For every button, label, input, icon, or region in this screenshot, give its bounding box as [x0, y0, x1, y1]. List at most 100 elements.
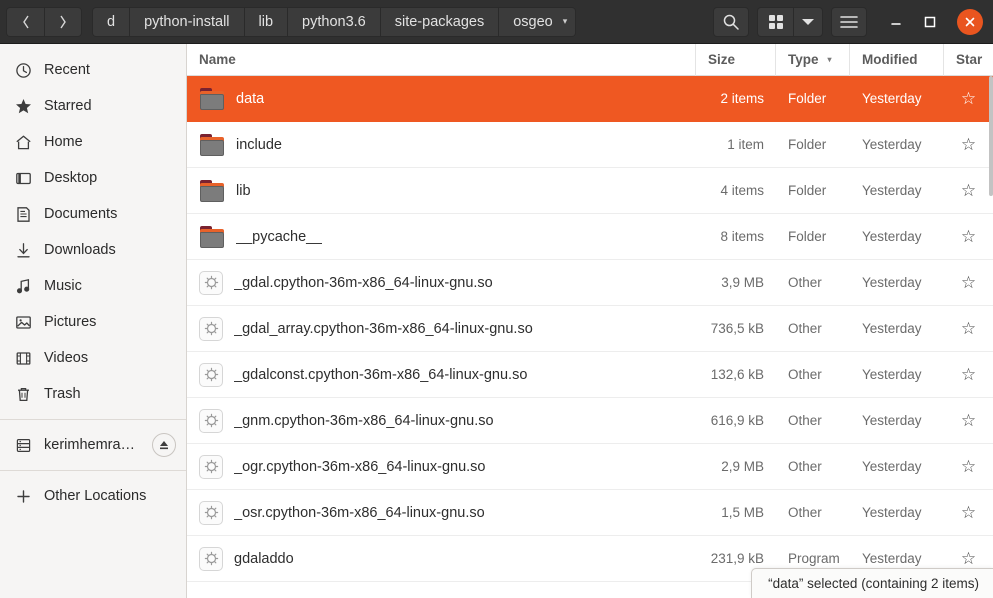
star-icon[interactable]: ☆ — [961, 182, 976, 199]
file-modified-cell: Yesterday — [850, 413, 944, 428]
file-star-cell[interactable]: ☆ — [944, 550, 993, 567]
file-size-cell: 3,9 MB — [696, 275, 776, 290]
maximize-button[interactable] — [915, 7, 945, 37]
grid-view-icon — [768, 14, 783, 29]
sidebar-item-starred[interactable]: Starred — [0, 88, 186, 124]
star-icon[interactable]: ☆ — [961, 320, 976, 337]
file-star-cell[interactable]: ☆ — [944, 274, 993, 291]
column-headers: Name Size Type ▾ Modified Star — [187, 43, 993, 76]
star-icon[interactable]: ☆ — [961, 504, 976, 521]
star-icon[interactable]: ☆ — [961, 366, 976, 383]
column-header-name[interactable]: Name — [187, 43, 696, 76]
file-type: Other — [788, 413, 822, 428]
file-modified: Yesterday — [862, 367, 922, 382]
sidebar-item-home[interactable]: Home — [0, 124, 186, 160]
sidebar-item-videos[interactable]: Videos — [0, 340, 186, 376]
breadcrumb-label: osgeo — [513, 13, 553, 30]
table-row[interactable]: _gdal.cpython-36m-x86_64-linux-gnu.so 3,9… — [187, 260, 993, 306]
file-modified-cell: Yesterday — [850, 459, 944, 474]
table-row[interactable]: __pycache__ 8 items Folder Yesterday ☆ — [187, 214, 993, 260]
file-name-cell: include — [187, 133, 696, 157]
forward-button[interactable] — [44, 6, 82, 37]
file-star-cell[interactable]: ☆ — [944, 366, 993, 383]
view-mode-group — [757, 6, 823, 37]
vertical-scrollbar[interactable] — [989, 76, 993, 196]
table-row[interactable]: _gdal_array.cpython-36m-x86_64-linux-gnu… — [187, 306, 993, 352]
file-star-cell[interactable]: ☆ — [944, 136, 993, 153]
star-icon[interactable]: ☆ — [961, 228, 976, 245]
breadcrumb-item-python36[interactable]: python3.6 — [288, 6, 381, 37]
sidebar-item-label: Videos — [44, 350, 89, 366]
table-row[interactable]: _ogr.cpython-36m-x86_64-linux-gnu.so 2,9 … — [187, 444, 993, 490]
main-menu-button[interactable] — [831, 6, 867, 37]
file-size: 2,9 MB — [721, 459, 764, 474]
file-star-cell[interactable]: ☆ — [944, 412, 993, 429]
file-type-cell: Folder — [776, 229, 850, 244]
search-button[interactable] — [713, 6, 749, 37]
table-row[interactable]: _osr.cpython-36m-x86_64-linux-gnu.so 1,5 … — [187, 490, 993, 536]
grid-view-button[interactable] — [757, 6, 793, 37]
music-note-icon — [14, 277, 32, 295]
view-options-button[interactable] — [793, 6, 823, 37]
close-icon — [965, 17, 975, 26]
column-header-modified[interactable]: Modified — [850, 43, 944, 76]
table-row[interactable]: include 1 item Folder Yesterday ☆ — [187, 122, 993, 168]
file-size: 132,6 kB — [710, 367, 764, 382]
star-icon[interactable]: ☆ — [961, 136, 976, 153]
breadcrumb-label: python3.6 — [302, 13, 366, 30]
sidebar-item-pictures[interactable]: Pictures — [0, 304, 186, 340]
sidebar-item-recent[interactable]: Recent — [0, 52, 186, 88]
table-row[interactable]: lib 4 items Folder Yesterday ☆ — [187, 168, 993, 214]
sidebar-item-desktop[interactable]: Desktop — [0, 160, 186, 196]
file-star-cell[interactable]: ☆ — [944, 458, 993, 475]
sidebar-item-trash[interactable]: Trash — [0, 376, 186, 412]
back-button[interactable] — [6, 6, 44, 37]
star-icon[interactable]: ☆ — [961, 412, 976, 429]
close-button[interactable] — [957, 8, 983, 35]
star-icon[interactable]: ☆ — [961, 90, 976, 107]
file-star-cell[interactable]: ☆ — [944, 320, 993, 337]
breadcrumb-item-d[interactable]: d — [92, 6, 131, 37]
file-name-cell: _osr.cpython-36m-x86_64-linux-gnu.so — [187, 500, 696, 525]
column-header-label: Star — [956, 52, 983, 67]
minimize-button[interactable] — [881, 7, 911, 37]
file-name-cell: data — [187, 87, 696, 111]
breadcrumb-item-osgeo[interactable]: osgeo ▾ — [499, 6, 577, 37]
sidebar-item-documents[interactable]: Documents — [0, 196, 186, 232]
file-star-cell[interactable]: ☆ — [944, 228, 993, 245]
file-type: Folder — [788, 137, 827, 152]
sidebar-item-downloads[interactable]: Downloads — [0, 232, 186, 268]
column-header-size[interactable]: Size — [696, 43, 776, 76]
star-icon[interactable]: ☆ — [961, 274, 976, 291]
file-modified: Yesterday — [862, 321, 922, 336]
file-size: 1 item — [727, 137, 764, 152]
folder-icon — [199, 87, 225, 111]
folder-icon — [199, 133, 225, 157]
eject-button[interactable] — [152, 433, 176, 457]
file-modified-cell: Yesterday — [850, 321, 944, 336]
file-type: Program — [788, 551, 840, 566]
sidebar-item-device[interactable]: kerimhemra… — [0, 427, 186, 463]
column-header-star[interactable]: Star — [944, 44, 993, 76]
table-row[interactable]: data 2 items Folder Yesterday ☆ — [187, 76, 993, 122]
file-size: 8 items — [720, 229, 764, 244]
sidebar: Recent Starred Home Desktop Documents Do… — [0, 44, 187, 598]
file-modified: Yesterday — [862, 505, 922, 520]
file-star-cell[interactable]: ☆ — [944, 182, 993, 199]
column-header-type[interactable]: Type ▾ — [776, 43, 850, 76]
file-star-cell[interactable]: ☆ — [944, 90, 993, 107]
sidebar-item-music[interactable]: Music — [0, 268, 186, 304]
star-icon[interactable]: ☆ — [961, 458, 976, 475]
file-type: Folder — [788, 91, 827, 106]
file-name-cell: __pycache__ — [187, 225, 696, 249]
sidebar-item-other-locations[interactable]: Other Locations — [0, 478, 186, 514]
file-modified-cell: Yesterday — [850, 367, 944, 382]
table-row[interactable]: _gdalconst.cpython-36m-x86_64-linux-gnu.… — [187, 352, 993, 398]
file-star-cell[interactable]: ☆ — [944, 504, 993, 521]
star-icon[interactable]: ☆ — [961, 550, 976, 567]
table-row[interactable]: _gnm.cpython-36m-x86_64-linux-gnu.so 616,… — [187, 398, 993, 444]
breadcrumb-item-lib[interactable]: lib — [244, 6, 289, 37]
breadcrumb-item-python-install[interactable]: python-install — [130, 6, 245, 37]
breadcrumb-item-site-packages[interactable]: site-packages — [380, 6, 500, 37]
file-modified-cell: Yesterday — [850, 505, 944, 520]
